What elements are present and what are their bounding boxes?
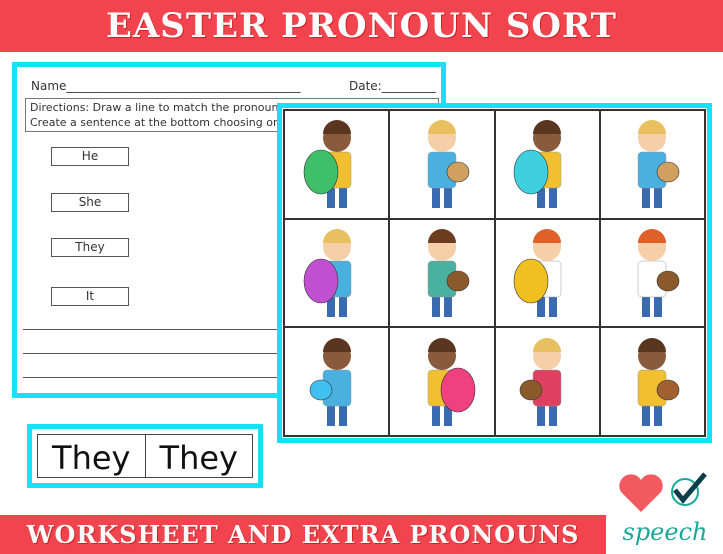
girls-with-eggs-illustration — [513, 120, 562, 209]
date-field: Date:_________ — [349, 79, 436, 93]
title-banner: EASTER PRONOUN SORT — [0, 0, 723, 52]
boy-with-egg-illustration — [303, 120, 351, 209]
picture-card-grid — [277, 103, 712, 443]
pronoun-box: They — [51, 238, 129, 257]
boy-with-egg-illustration — [303, 228, 351, 317]
picture-card-boy-with-egg — [284, 218, 390, 328]
picture-card-kids-at-table — [494, 327, 600, 436]
girl-with-egg-illustration — [427, 337, 476, 426]
speech-logo: speech — [619, 472, 708, 546]
boy-with-basket-illustration — [638, 120, 680, 209]
pronoun-box: It — [51, 287, 129, 306]
picture-card-girl-with-basket — [389, 218, 495, 328]
kids-with-sign-illustration — [309, 337, 351, 426]
heart-icon — [619, 474, 663, 512]
kids-at-table-illustration — [519, 337, 562, 426]
logo-text: speech — [623, 518, 708, 546]
picture-card-girl-with-egg — [494, 218, 600, 328]
pronoun-card: They — [38, 435, 146, 477]
extra-pronoun-cards: They They — [27, 424, 263, 488]
picture-card-boy-with-basket — [599, 327, 705, 436]
picture-card-boy-with-egg — [284, 110, 390, 219]
girl-with-basket-illustration — [427, 228, 470, 317]
footer-banner: WORKSHEET AND EXTRA PRONOUNS — [0, 515, 606, 554]
picture-card-girl-with-egg — [389, 327, 495, 436]
pronoun-box: She — [51, 193, 129, 212]
girl-with-basket-illustration — [638, 228, 680, 317]
boy-with-basket-illustration — [638, 337, 680, 426]
picture-card-girl-with-basket — [599, 218, 705, 328]
name-field: Name____________________________________… — [31, 79, 301, 93]
pronoun-card: They — [159, 439, 238, 477]
picture-card-kids-with-sign — [284, 327, 390, 436]
boy-with-basket-illustration — [427, 120, 470, 209]
picture-card-boy-with-basket — [599, 110, 705, 219]
girl-with-egg-illustration — [513, 228, 562, 317]
picture-card-boy-with-basket — [389, 110, 495, 219]
pronoun-box: He — [51, 147, 129, 166]
check-icon — [671, 472, 707, 506]
picture-card-girls-with-eggs — [494, 110, 600, 219]
